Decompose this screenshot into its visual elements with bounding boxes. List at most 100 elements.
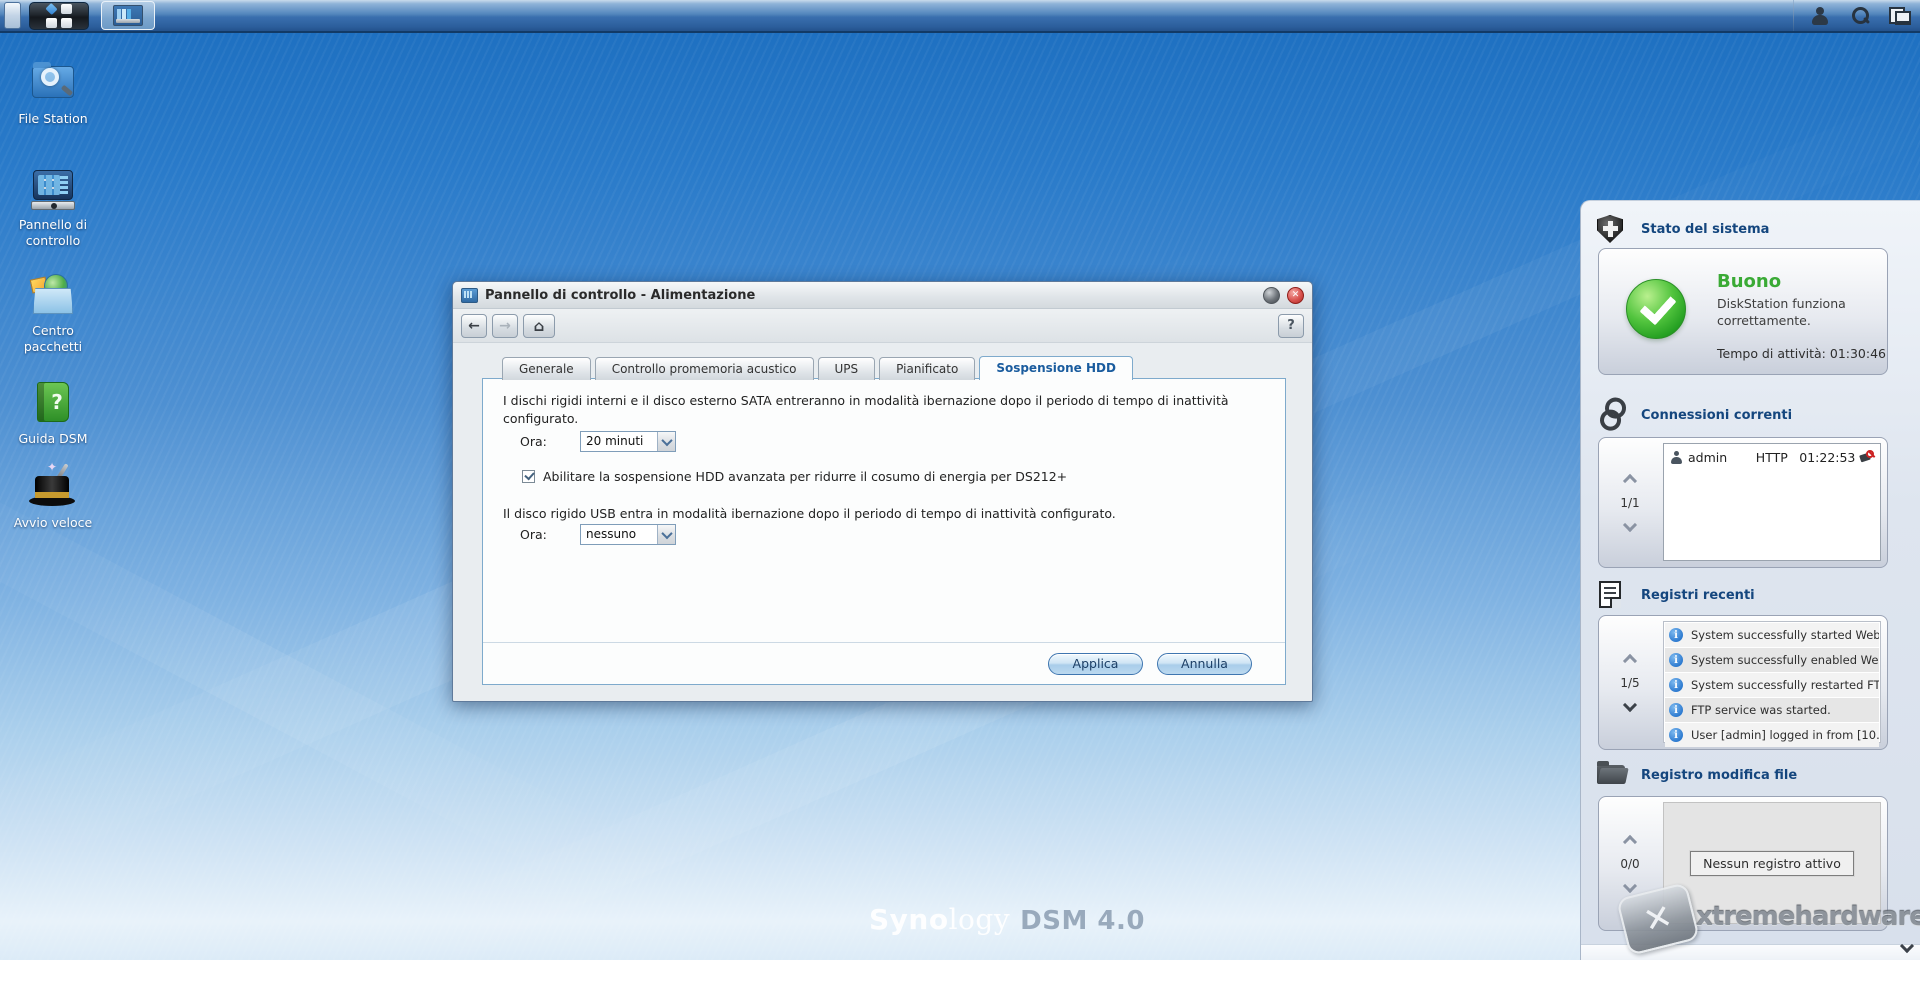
pilot-view-button[interactable] <box>1880 0 1920 31</box>
uptime-text: Tempo di attività: 01:30:46 <box>1717 346 1886 361</box>
connections-list: admin HTTP 01:22:53 <box>1663 443 1881 561</box>
log-row[interactable]: i FTP service was started. <box>1665 698 1879 722</box>
log-row[interactable]: i System successfully restarted FTP... <box>1665 673 1879 697</box>
internal-hdd-time-select[interactable]: 20 minuti <box>580 431 676 452</box>
no-active-log-label: Nessun registro attivo <box>1690 851 1854 876</box>
taskbar-divider <box>1793 0 1794 31</box>
hdd-hibernation-description: I dischi rigidi interni e il disco ester… <box>503 392 1268 428</box>
minimize-button[interactable] <box>1263 287 1280 304</box>
desktop-icon-label: Guida DSM <box>5 431 101 447</box>
link-icon <box>1595 399 1627 431</box>
info-icon: i <box>1669 678 1683 692</box>
page-down-icon[interactable] <box>1623 517 1637 531</box>
desktop-icon-label: File Station <box>5 111 101 127</box>
log-row[interactable]: i System successfully enabled WebD... <box>1665 648 1879 672</box>
quick-start-icon: ✦ <box>29 464 77 510</box>
widget-title: Stato del sistema <box>1641 222 1769 237</box>
pilot-view-icon <box>1889 7 1911 25</box>
file-change-log-header: Registro modifica file <box>1595 759 1797 791</box>
info-icon: i <box>1669 628 1683 642</box>
status-value: Buono <box>1717 271 1882 292</box>
status-description: DiskStation funziona correttamente. <box>1717 296 1882 330</box>
info-icon: i <box>1669 703 1683 717</box>
main-menu-icon <box>46 4 72 28</box>
desktop-icon-control-panel[interactable]: Pannello di controllo <box>5 166 101 250</box>
show-desktop-button[interactable] <box>4 2 21 29</box>
connections-card: 1/1 admin HTTP 01:22:53 <box>1598 437 1888 568</box>
window-title: Pannello di controllo - Alimentazione <box>485 288 755 303</box>
forward-button[interactable]: → <box>492 314 518 338</box>
chevron-down-icon[interactable] <box>657 432 675 451</box>
desktop-icon-package-center[interactable]: Centro pacchetti <box>5 272 101 356</box>
main-menu-button[interactable] <box>29 2 89 30</box>
checkbox-label: Abilitare la sospensione HDD avanzata pe… <box>543 469 1067 484</box>
window-titlebar[interactable]: Pannello di controllo - Alimentazione ✕ <box>453 282 1312 309</box>
button-row: Applica Annulla <box>483 642 1285 684</box>
tab-content-panel: I dischi rigidi interni e il disco ester… <box>482 378 1286 685</box>
control-panel-window: Pannello di controllo - Alimentazione ✕ … <box>452 281 1313 702</box>
page-indicator: 1/5 <box>1620 676 1639 690</box>
system-status-header: Stato del sistema <box>1595 213 1769 245</box>
cancel-button[interactable]: Annulla <box>1157 653 1252 675</box>
widget-title: Registri recenti <box>1641 588 1755 603</box>
file-station-icon <box>29 60 77 106</box>
collapse-panel-icon[interactable] <box>1900 939 1914 953</box>
tab-generale[interactable]: Generale <box>502 357 591 380</box>
tab-pianificato[interactable]: Pianificato <box>879 357 975 380</box>
connections-header: Connessioni correnti <box>1595 399 1792 431</box>
control-panel-icon <box>461 288 478 303</box>
search-icon <box>1850 6 1870 26</box>
back-button[interactable]: ← <box>461 314 487 338</box>
page-indicator: 0/0 <box>1620 857 1639 871</box>
control-panel-icon <box>29 166 77 212</box>
ora-label: Ora: <box>520 527 580 542</box>
usb-hibernation-description: Il disco rigido USB entra in modalità ib… <box>503 505 1268 523</box>
logs-pager: 1/5 <box>1599 616 1661 749</box>
widget-panel: Stato del sistema Buono DiskStation funz… <box>1580 200 1920 960</box>
log-row[interactable]: i User [admin] logged in from [10.16... <box>1665 723 1879 747</box>
widget-title: Connessioni correnti <box>1641 408 1792 423</box>
page-up-icon[interactable] <box>1623 834 1637 848</box>
log-row[interactable]: i System successfully started Web St... <box>1665 623 1879 647</box>
status-ok-icon <box>1626 279 1686 339</box>
taskbar-open-app-button[interactable] <box>101 1 155 30</box>
desktop-icon-quick-start[interactable]: ✦ Avvio veloce <box>5 464 101 531</box>
desktop-icon-label: Pannello di controllo <box>5 217 101 250</box>
user-icon <box>1810 6 1830 26</box>
package-center-icon <box>29 272 77 318</box>
user-menu-button[interactable] <box>1800 0 1840 31</box>
page-up-icon[interactable] <box>1623 653 1637 667</box>
ora-label: Ora: <box>520 434 580 449</box>
window-toolbar: ← → ⌂ ? <box>453 309 1312 343</box>
widget-title: Registro modifica file <box>1641 768 1797 783</box>
disconnect-icon[interactable] <box>1860 450 1874 464</box>
log-document-icon <box>1595 579 1627 611</box>
help-button[interactable]: ? <box>1278 314 1304 338</box>
tab-sospensione-hdd[interactable]: Sospensione HDD <box>979 356 1133 380</box>
control-panel-window-icon <box>113 5 143 26</box>
recent-logs-card: 1/5 i System successfully started Web St… <box>1598 615 1888 750</box>
tab-controllo-promemoria-acustico[interactable]: Controllo promemoria acustico <box>595 357 814 380</box>
page-down-icon[interactable] <box>1623 697 1637 711</box>
apply-button[interactable]: Applica <box>1048 653 1143 675</box>
page-indicator: 1/1 <box>1620 496 1639 510</box>
advanced-hdd-hibernation-checkbox[interactable] <box>522 470 535 483</box>
chevron-down-icon[interactable] <box>657 525 675 544</box>
usb-hdd-time-select[interactable]: nessuno <box>580 524 676 545</box>
home-button[interactable]: ⌂ <box>523 314 555 338</box>
search-button[interactable] <box>1840 0 1880 31</box>
tab-ups[interactable]: UPS <box>818 357 876 380</box>
taskbar <box>0 0 1920 33</box>
page-up-icon[interactable] <box>1623 473 1637 487</box>
system-status-card: Buono DiskStation funziona correttamente… <box>1598 248 1888 375</box>
info-icon: i <box>1669 653 1683 667</box>
connections-pager: 1/1 <box>1599 438 1661 567</box>
folder-icon <box>1595 759 1627 791</box>
desktop-icon-file-station[interactable]: File Station <box>5 60 101 127</box>
desktop-icon-dsm-help[interactable]: ? Guida DSM <box>5 380 101 447</box>
page-down-icon[interactable] <box>1623 878 1637 892</box>
close-button[interactable]: ✕ <box>1287 287 1304 304</box>
connection-row[interactable]: admin HTTP 01:22:53 <box>1664 444 1880 470</box>
dsm-help-icon: ? <box>29 380 77 426</box>
shield-icon <box>1595 213 1627 245</box>
